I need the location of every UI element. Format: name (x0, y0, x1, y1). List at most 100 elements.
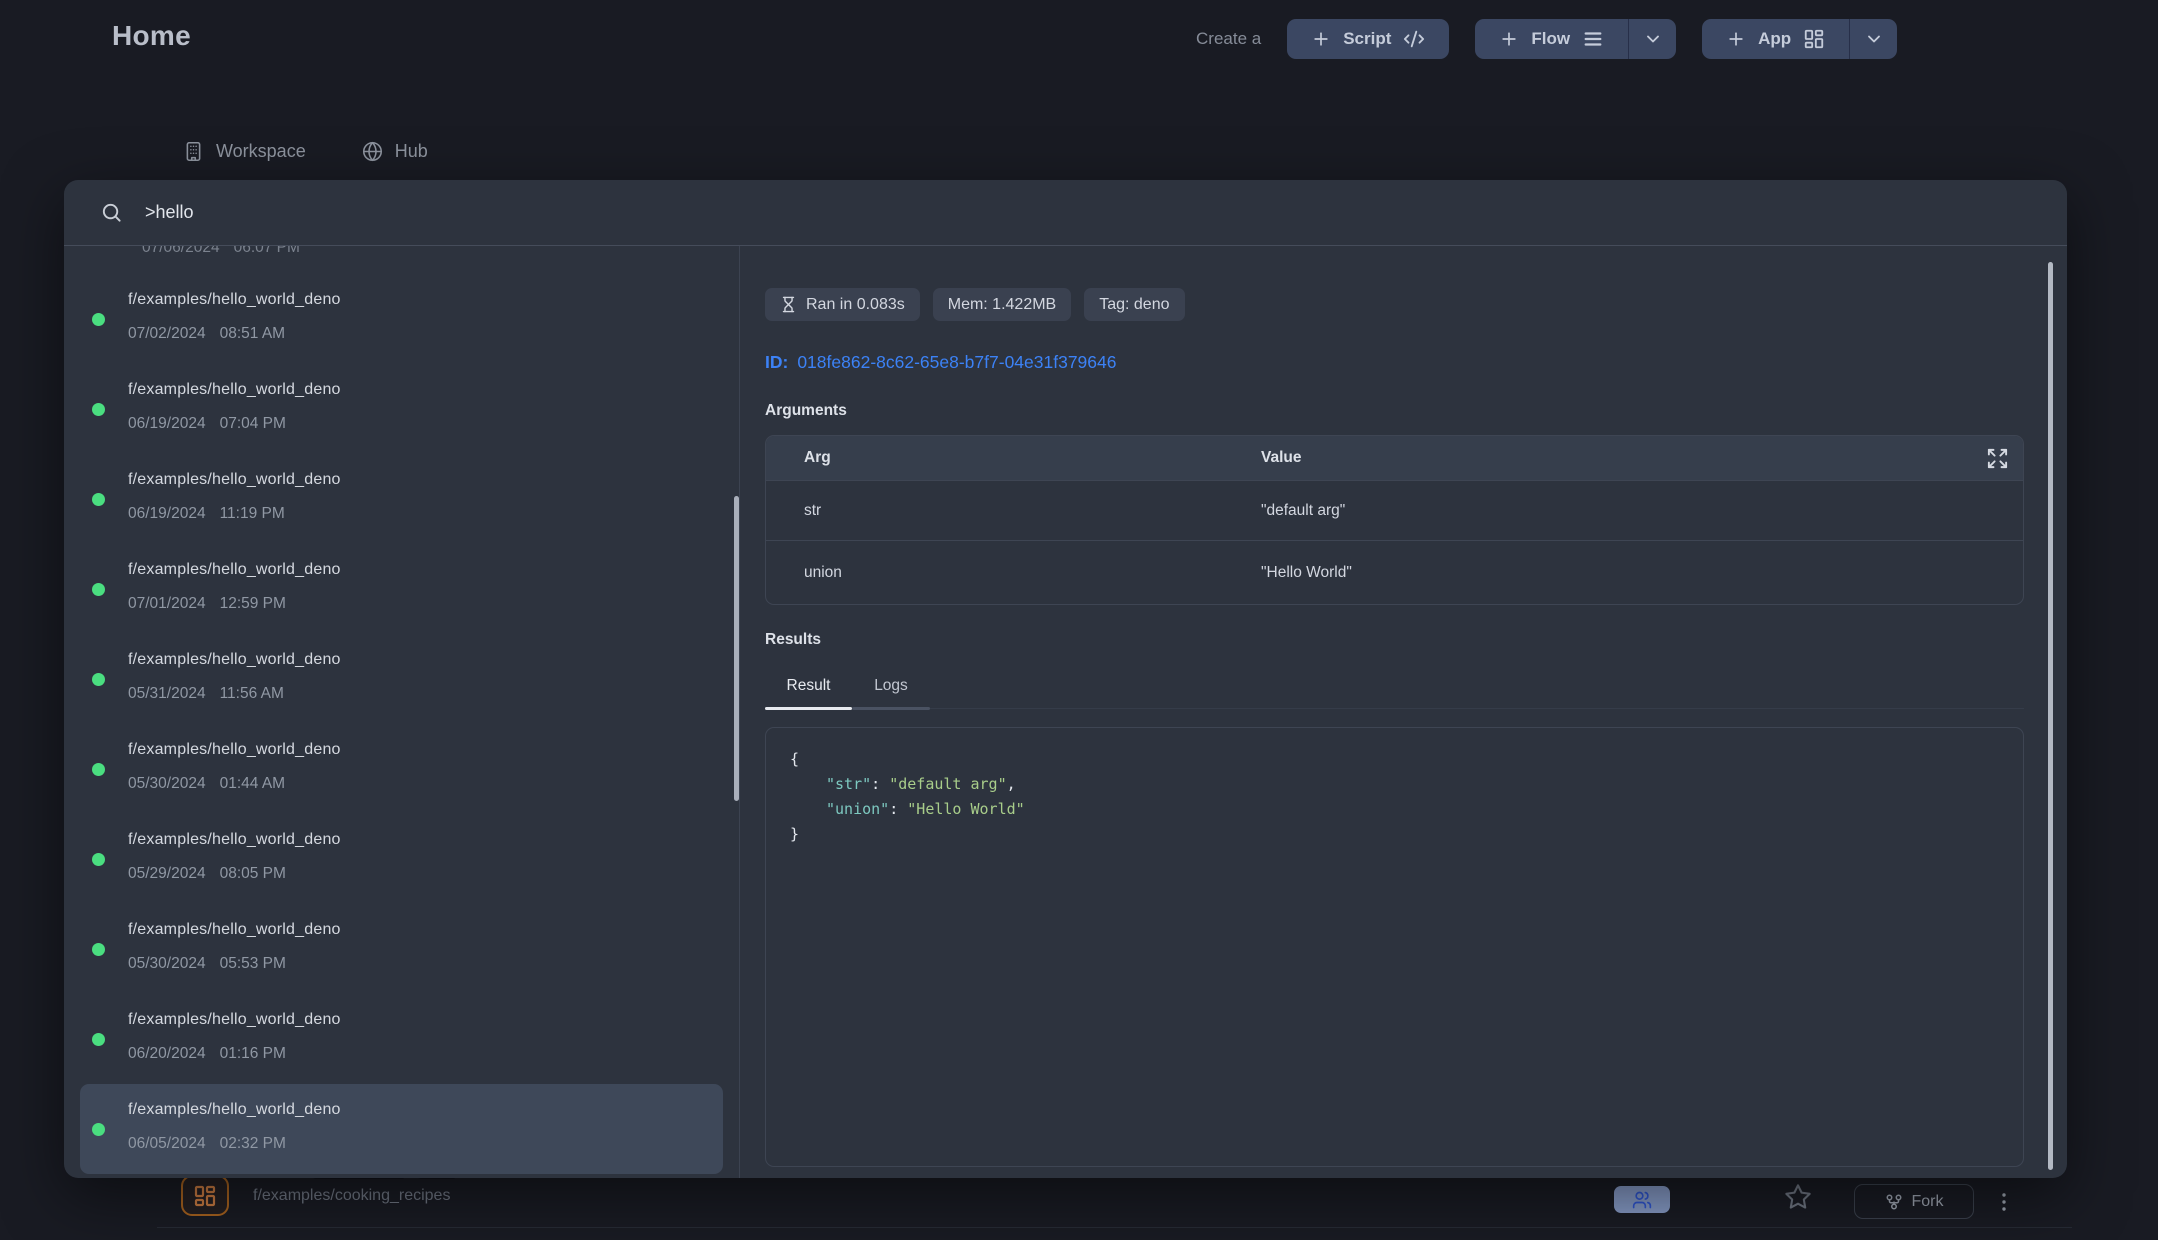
json-close-brace: } (790, 822, 1999, 847)
tab-workspace-label: Workspace (216, 141, 306, 162)
col-header-arg: Arg (766, 449, 1261, 467)
run-datetime: 05/30/202405:53 PM (128, 955, 286, 973)
run-datetime: 05/30/202401:44 AM (128, 775, 285, 793)
expand-icon[interactable] (1986, 447, 2009, 470)
success-dot-icon (92, 673, 105, 686)
run-id-label: ID: (765, 352, 788, 373)
run-datetime: 07/01/202412:59 PM (128, 595, 286, 613)
run-list-item[interactable]: f/examples/hello_world_deno 05/30/202401… (80, 724, 723, 814)
run-path: f/examples/hello_world_deno (128, 471, 341, 489)
run-list-item[interactable]: f/examples/hello_world_deno 06/19/202411… (80, 454, 723, 544)
success-dot-icon (92, 583, 105, 596)
run-path: f/examples/hello_world_deno (128, 381, 341, 399)
run-list-item[interactable]: f/examples/hello_world_deno 07/01/202412… (80, 544, 723, 634)
run-time: 06:07 PM (234, 246, 300, 256)
json-open-brace: { (790, 747, 1999, 772)
plus-icon (1311, 29, 1331, 49)
result-tabs: Result Logs (765, 675, 2024, 709)
run-path: f/examples/hello_world_deno (128, 291, 341, 309)
create-app-dropdown[interactable] (1849, 19, 1897, 59)
success-dot-icon (92, 853, 105, 866)
fork-label: Fork (1912, 1193, 1944, 1211)
inactive-tab-underline (852, 707, 930, 710)
flow-icon (1582, 28, 1604, 50)
tab-result[interactable]: Result (765, 675, 852, 708)
duration-text: Ran in 0.083s (806, 296, 905, 314)
run-datetime: 05/31/202411:56 AM (128, 685, 284, 703)
search-input[interactable]: >hello (145, 202, 194, 223)
duration-badge: Ran in 0.083s (765, 288, 920, 321)
create-script-button[interactable]: Script (1287, 19, 1449, 59)
kebab-menu-icon[interactable] (1992, 1187, 2016, 1217)
col-header-value: Value (1261, 449, 2023, 467)
cooking-recipes-app-icon (181, 1175, 229, 1216)
result-json-viewer[interactable]: { "str": "default arg", "union": "Hello … (765, 727, 2024, 1167)
arguments-table: Arg Value str "default arg" union "Hello… (765, 435, 2024, 605)
create-script-label: Script (1343, 29, 1391, 49)
run-list-item[interactable]: f/examples/hello_world_deno 05/31/202411… (80, 634, 723, 724)
tab-result-label: Result (787, 677, 831, 694)
tag-badge: Tag: deno (1084, 288, 1184, 321)
run-list-item[interactable]: f/examples/hello_world_deno 07/02/202408… (80, 274, 723, 364)
success-dot-icon (92, 403, 105, 416)
run-list-item[interactable]: f/examples/hello_world_deno 05/30/202405… (80, 904, 723, 994)
run-path: f/examples/hello_world_deno (128, 651, 341, 669)
active-tab-underline (765, 707, 852, 710)
chevron-down-icon (1864, 29, 1884, 49)
shared-users-badge[interactable] (1614, 1186, 1670, 1213)
run-path: f/examples/hello_world_deno (128, 1101, 341, 1119)
create-flow-button-group: Flow (1475, 19, 1676, 59)
success-dot-icon (92, 493, 105, 506)
run-item-clipped[interactable]: 07/06/2024 06:07 PM (64, 246, 739, 274)
workspace-hub-tabs: Workspace Hub (183, 141, 428, 162)
create-app-button-group: App (1702, 19, 1897, 59)
tag-text: Tag: deno (1099, 296, 1169, 314)
detail-scrollbar-thumb[interactable] (2048, 262, 2053, 1170)
tab-logs[interactable]: Logs (852, 675, 930, 708)
runs-panel: 07/06/2024 06:07 PM f/examples/hello_worl… (64, 246, 740, 1178)
success-dot-icon (92, 943, 105, 956)
run-datetime: 07/02/202408:51 AM (128, 325, 285, 343)
create-flow-label: Flow (1531, 29, 1570, 49)
table-row: union "Hello World" (766, 541, 2023, 604)
run-list-item[interactable]: f/examples/hello_world_deno 06/05/202402… (80, 1084, 723, 1174)
memory-badge: Mem: 1.422MB (933, 288, 1071, 321)
create-flow-dropdown[interactable] (1628, 19, 1676, 59)
run-datetime: 05/29/202408:05 PM (128, 865, 286, 883)
plus-icon (1726, 29, 1746, 49)
star-icon[interactable] (1784, 1183, 1812, 1211)
tab-hub[interactable]: Hub (362, 141, 428, 162)
arg-value: "default arg" (1261, 502, 2023, 520)
run-path: f/examples/hello_world_deno (128, 561, 341, 579)
plus-icon (1499, 29, 1519, 49)
tab-workspace[interactable]: Workspace (183, 141, 306, 162)
run-id-value: 018fe862-8c62-65e8-b7f7-04e31f379646 (797, 352, 1116, 373)
arg-name: str (766, 502, 1261, 520)
run-list-item[interactable]: f/examples/hello_world_deno 05/29/202408… (80, 814, 723, 904)
run-list-item[interactable]: f/examples/hello_world_deno 06/20/202401… (80, 994, 723, 1084)
create-label: Create a (1196, 29, 1261, 49)
run-datetime: 06/05/202402:32 PM (128, 1135, 286, 1153)
json-line: "union": "Hello World" (790, 797, 1999, 822)
search-bar[interactable]: >hello (64, 180, 2067, 246)
runs-scrollbar-thumb[interactable] (734, 496, 739, 801)
run-datetime: 06/19/202411:19 PM (128, 505, 285, 523)
globe-icon (362, 141, 383, 162)
run-date: 07/06/2024 (142, 246, 220, 256)
code-icon (1403, 28, 1425, 50)
run-path: f/examples/hello_world_deno (128, 921, 341, 939)
run-list-item[interactable]: f/examples/hello_world_deno 06/19/202407… (80, 364, 723, 454)
create-flow-button[interactable]: Flow (1475, 19, 1628, 59)
create-app-button[interactable]: App (1702, 19, 1849, 59)
fork-button[interactable]: Fork (1854, 1184, 1974, 1219)
git-fork-icon (1885, 1193, 1903, 1211)
run-id-link[interactable]: ID: 018fe862-8c62-65e8-b7f7-04e31f379646 (765, 352, 1117, 373)
dashboard-icon (1803, 28, 1825, 50)
arguments-table-header: Arg Value (766, 436, 2023, 481)
arg-value: "Hello World" (1261, 564, 2023, 582)
row-divider (157, 1227, 2072, 1228)
run-datetime: 06/19/202407:04 PM (128, 415, 286, 433)
run-datetime: 06/20/202401:16 PM (128, 1045, 286, 1063)
run-path: f/examples/hello_world_deno (128, 741, 341, 759)
tab-hub-label: Hub (395, 141, 428, 162)
